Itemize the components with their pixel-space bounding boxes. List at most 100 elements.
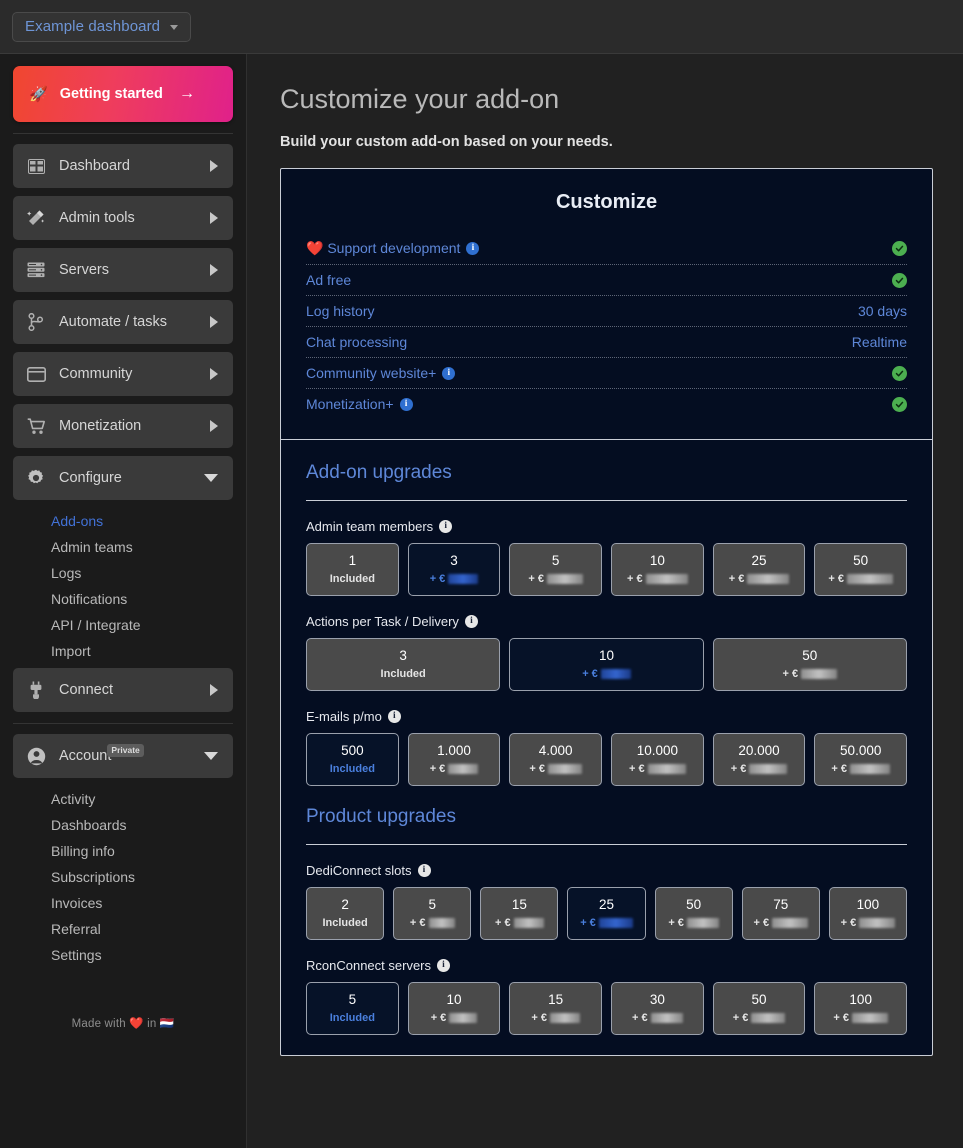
sidebar-item-billing-info[interactable]: Billing info <box>13 838 233 864</box>
feature-name[interactable]: Chat processing <box>306 334 407 350</box>
upgrade-option-button[interactable]: 50+ € <box>713 638 907 691</box>
main-content: Customize your add-on Build your custom … <box>247 54 963 1148</box>
option-price: + € <box>485 916 553 930</box>
dashboard-selector[interactable]: Example dashboard <box>12 12 191 42</box>
option-quantity: 50 <box>819 552 902 569</box>
option-price: + € <box>819 572 902 586</box>
price-prefix: + € <box>629 762 645 776</box>
sidebar-item-referral[interactable]: Referral <box>13 916 233 942</box>
sidebar-item-settings[interactable]: Settings <box>13 942 233 968</box>
sidebar-item-import[interactable]: Import <box>13 638 233 664</box>
upgrade-option-button[interactable]: 5Included <box>306 982 399 1035</box>
feature-label: Chat processing <box>306 334 407 350</box>
price-prefix: + € <box>410 916 426 930</box>
info-icon[interactable]: i <box>418 864 431 877</box>
sidebar-item-connect[interactable]: Connect <box>13 668 233 712</box>
sidebar-item-admin-tools[interactable]: Admin tools <box>13 196 233 240</box>
sidebar-item-logs[interactable]: Logs <box>13 560 233 586</box>
sidebar-item-api-integrate[interactable]: API / Integrate <box>13 612 233 638</box>
option-row: 3Included 10 + € 50+ € <box>306 638 907 691</box>
rocket-icon: 🚀 <box>29 85 48 103</box>
chevron-right-icon <box>210 264 218 276</box>
feature-name[interactable]: Ad free <box>306 272 351 288</box>
account-label-text: Account <box>59 748 111 764</box>
info-icon[interactable]: i <box>437 959 450 972</box>
info-icon[interactable]: i <box>466 242 479 255</box>
redacted-price <box>429 918 455 928</box>
info-icon[interactable]: i <box>400 398 413 411</box>
sidebar-item-community[interactable]: Community <box>13 352 233 396</box>
sidebar-item-dashboards[interactable]: Dashboards <box>13 812 233 838</box>
upgrade-option-button[interactable]: 2Included <box>306 887 384 940</box>
feature-name[interactable]: Community website+i <box>306 365 455 381</box>
feature-name[interactable]: ❤️ Support developmenti <box>306 240 479 257</box>
sidebar-item-invoices[interactable]: Invoices <box>13 890 233 916</box>
upgrade-option-button[interactable]: 100+ € <box>814 982 907 1035</box>
check-icon <box>892 397 907 412</box>
upgrade-option-button[interactable]: 4.000+ € <box>509 733 602 786</box>
feature-name[interactable]: Log history <box>306 303 374 319</box>
sidebar-item-dashboard[interactable]: Dashboard <box>13 144 233 188</box>
upgrade-group-label: Admin team membersi <box>306 519 907 534</box>
sidebar-item-account[interactable]: AccountPrivate <box>13 734 233 778</box>
window-icon <box>26 364 46 384</box>
upgrade-option-button[interactable]: 25+ € <box>567 887 645 940</box>
sidebar-item-servers[interactable]: Servers <box>13 248 233 292</box>
upgrade-option-button[interactable]: 15+ € <box>509 982 602 1035</box>
chevron-right-icon <box>210 684 218 696</box>
upgrade-option-button[interactable]: 500Included <box>306 733 399 786</box>
upgrade-option-button[interactable]: 1Included <box>306 543 399 596</box>
sidebar-item-add-ons[interactable]: Add-ons <box>13 508 233 534</box>
upgrade-option-button[interactable]: 15+ € <box>480 887 558 940</box>
option-price: + € <box>616 1011 699 1025</box>
price-prefix: + € <box>729 572 745 586</box>
option-price: + € <box>413 572 496 586</box>
customize-panel: Customize ❤️ Support developmentiAd free… <box>280 168 933 1056</box>
sidebar-item-automate-tasks[interactable]: Automate / tasks <box>13 300 233 344</box>
upgrade-option-button[interactable]: 1.000+ € <box>408 733 501 786</box>
upgrade-option-button[interactable]: 25+ € <box>713 543 806 596</box>
upgrade-option-button[interactable]: 30+ € <box>611 982 704 1035</box>
upgrade-option-button[interactable]: 100+ € <box>829 887 907 940</box>
redacted-price <box>850 764 890 774</box>
chevron-right-icon <box>210 316 218 328</box>
upgrade-option-button[interactable]: 50.000+ € <box>814 733 907 786</box>
sidebar-item-monetization[interactable]: Monetization <box>13 404 233 448</box>
upgrade-option-button[interactable]: 10.000+ € <box>611 733 704 786</box>
option-quantity: 10 <box>514 647 698 664</box>
sidebar-item-admin-teams[interactable]: Admin teams <box>13 534 233 560</box>
upgrade-option-button[interactable]: 3+ € <box>408 543 501 596</box>
info-icon[interactable]: i <box>439 520 452 533</box>
upgrade-option-button[interactable]: 50 + € <box>814 543 907 596</box>
option-quantity: 50 <box>718 647 902 664</box>
feature-name[interactable]: Monetization+i <box>306 396 413 412</box>
upgrade-option-button[interactable]: 75+ € <box>742 887 820 940</box>
option-price: + € <box>514 667 698 681</box>
upgrade-group-label: E-mails p/moi <box>306 709 907 724</box>
upgrade-option-button[interactable]: 3Included <box>306 638 500 691</box>
getting-started-button[interactable]: 🚀 Getting started → <box>13 66 233 122</box>
addon-upgrades-section: Add-on upgrades Admin team membersi 1Incl… <box>281 440 932 806</box>
upgrade-option-button[interactable]: 20.000+ € <box>713 733 806 786</box>
upgrade-option-button[interactable]: 50+ € <box>655 887 733 940</box>
upgrade-option-button[interactable]: 50+ € <box>713 982 806 1035</box>
upgrade-option-button[interactable]: 10+ € <box>611 543 704 596</box>
upgrade-option-button[interactable]: 10+ € <box>408 982 501 1035</box>
info-icon[interactable]: i <box>465 615 478 628</box>
sidebar-item-configure[interactable]: Configure <box>13 456 233 500</box>
info-icon[interactable]: i <box>442 367 455 380</box>
upgrade-option-button[interactable]: 10 + € <box>509 638 703 691</box>
addon-upgrades-heading: Add-on upgrades <box>306 462 907 484</box>
cart-icon <box>26 416 46 436</box>
dashboard-selector-label: Example dashboard <box>25 18 160 35</box>
sidebar-item-activity[interactable]: Activity <box>13 786 233 812</box>
sidebar-item-label: Servers <box>59 262 197 278</box>
upgrade-option-button[interactable]: 5+ € <box>393 887 471 940</box>
redacted-price <box>646 574 688 584</box>
sidebar-item-subscriptions[interactable]: Subscriptions <box>13 864 233 890</box>
sidebar-item-notifications[interactable]: Notifications <box>13 586 233 612</box>
upgrade-option-button[interactable]: 5+ € <box>509 543 602 596</box>
info-icon[interactable]: i <box>388 710 401 723</box>
option-price: + € <box>398 916 466 930</box>
feature-row: Community website+i <box>306 358 907 389</box>
